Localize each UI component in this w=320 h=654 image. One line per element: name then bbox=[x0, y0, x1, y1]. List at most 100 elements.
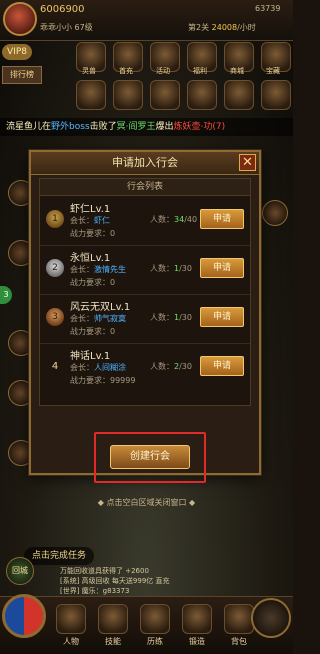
training-icon[interactable] bbox=[140, 604, 170, 634]
nav-label-character: 人物 bbox=[63, 637, 79, 646]
dungeon-icon[interactable] bbox=[113, 80, 143, 110]
guild-power: 战力要求：0 bbox=[70, 326, 115, 337]
stage-rate: 第2关 24008/小时 bbox=[188, 22, 256, 33]
nav-label-bag: 背包 bbox=[231, 637, 247, 646]
feature-icon-row bbox=[76, 42, 291, 72]
player-name: 乖乖小小 67级 bbox=[40, 23, 93, 32]
nav-label-skills: 技能 bbox=[105, 637, 121, 646]
create-guild-highlight: 创建行会 bbox=[94, 432, 206, 483]
chat-line: 万能回收道具获得了 +2600 bbox=[60, 567, 149, 575]
guild-icon[interactable] bbox=[187, 80, 217, 110]
broadcast-marquee: 流星鱼儿在野外boss击败了冥·阎罗王爆出炼妖壶·功(7) bbox=[0, 118, 293, 136]
members-max: /40 bbox=[184, 215, 198, 224]
return-city-button[interactable]: 回城 bbox=[6, 557, 34, 585]
guild-power: 战力要求：0 bbox=[70, 228, 115, 239]
stage-label: 第2关 bbox=[188, 23, 210, 32]
icon-label: 活动 bbox=[156, 67, 170, 75]
members-max: /30 bbox=[179, 362, 192, 371]
guild-members: 人数：34/40 bbox=[150, 214, 197, 225]
members-max: /30 bbox=[179, 313, 192, 322]
guild-row: 1 虾仁Lv.1 会长：虾仁 战力要求：0 人数：34/40 申请 bbox=[40, 196, 250, 246]
power-value: 0 bbox=[110, 327, 116, 336]
guild-members: 人数：1/30 bbox=[150, 263, 192, 274]
power-value: 99999 bbox=[110, 376, 136, 385]
marquee-player: 流星鱼儿 bbox=[6, 122, 43, 132]
guild-members: 人数：1/30 bbox=[150, 312, 192, 323]
rate-unit: /小时 bbox=[237, 23, 256, 32]
guild-row: 3 风云无双Lv.1 会长：帅气寂寞 战力要求：0 人数：1/30 申请 bbox=[40, 294, 250, 344]
rank-1-badge-icon: 1 bbox=[46, 210, 64, 228]
power-value: 0 bbox=[110, 229, 116, 238]
chat-line: [世界] 魔乐：g83373 bbox=[60, 587, 130, 595]
guild-name: 虾仁Lv.1 bbox=[70, 204, 111, 215]
task-button[interactable]: 点击完成任务 bbox=[24, 547, 94, 565]
gift-icon[interactable] bbox=[224, 80, 254, 110]
leader-name: 人间糊涂 bbox=[94, 363, 126, 372]
player-avatar[interactable] bbox=[3, 2, 37, 36]
leader-name: 激情先生 bbox=[94, 265, 126, 274]
guild-leader: 会长：激情先生 bbox=[70, 264, 126, 275]
marquee-item: 炼妖壶·功(7) bbox=[173, 122, 226, 132]
mount-icon[interactable] bbox=[150, 80, 180, 110]
attack-orb-icon[interactable] bbox=[251, 598, 291, 638]
guild-power: 战力要求：0 bbox=[70, 277, 115, 288]
guild-leader: 会长：帅气寂寞 bbox=[70, 313, 126, 324]
guild-name: 神话Lv.1 bbox=[70, 351, 111, 362]
power-label: 战力要求： bbox=[70, 229, 110, 238]
rank-number: 4 bbox=[51, 361, 59, 372]
rank-3-badge-icon: 3 bbox=[46, 308, 64, 326]
guild-row: 2 永恒Lv.1 会长：激情先生 战力要求：0 人数：1/30 申请 bbox=[40, 245, 250, 295]
boss-icon[interactable] bbox=[76, 80, 106, 110]
guild-leader: 会长：人间糊涂 bbox=[70, 362, 126, 373]
marquee-text: 在 bbox=[42, 122, 52, 132]
nav-label-forge: 锻造 bbox=[189, 637, 205, 646]
icon-label: 宝藏 bbox=[266, 67, 280, 75]
rate-value: 24008 bbox=[211, 23, 238, 32]
vip-badge[interactable]: VIP8 bbox=[2, 44, 32, 60]
forge-icon[interactable] bbox=[182, 604, 212, 634]
leader-label: 会长： bbox=[70, 216, 94, 225]
apply-button[interactable]: 申请 bbox=[200, 307, 244, 327]
marquee-text: 击败了 bbox=[89, 122, 117, 132]
members-label: 人数： bbox=[150, 362, 174, 371]
chat-line: [系统] 高级回收 每天送999亿 直充 bbox=[60, 577, 170, 585]
power-label: 战力要求： bbox=[70, 278, 110, 287]
guild-name: 风云无双Lv.1 bbox=[70, 302, 131, 313]
members-current: 34 bbox=[174, 215, 185, 224]
icon-label: 首充 bbox=[119, 67, 133, 75]
apply-button[interactable]: 申请 bbox=[200, 258, 244, 278]
nav-label-training: 历练 bbox=[147, 637, 163, 646]
members-max: /30 bbox=[179, 264, 192, 273]
chest-icon[interactable] bbox=[261, 80, 291, 110]
guild-list: 行会列表 1 虾仁Lv.1 会长：虾仁 战力要求：0 人数：34/40 申请 2… bbox=[39, 178, 251, 406]
character-icon[interactable] bbox=[56, 604, 86, 634]
guild-name: 永恒Lv.1 bbox=[70, 253, 111, 264]
power-value: 0 bbox=[110, 278, 116, 287]
dialog-title: 申请加入行会 bbox=[112, 156, 178, 169]
yin-yang-icon[interactable] bbox=[2, 594, 46, 638]
ranking-button[interactable]: 排行榜 bbox=[2, 66, 42, 84]
join-guild-dialog: 申请加入行会 ✕ 行会列表 1 虾仁Lv.1 会长：虾仁 战力要求：0 人数：3… bbox=[29, 150, 261, 483]
guild-members: 人数：2/30 bbox=[150, 361, 192, 372]
top-status-bar: 6006900 乖乖小小 67级 第2关 24008/小时 63739 bbox=[0, 0, 293, 41]
skills-icon[interactable] bbox=[98, 604, 128, 634]
bag-icon[interactable] bbox=[224, 604, 254, 634]
leader-label: 会长： bbox=[70, 265, 94, 274]
create-guild-button[interactable]: 创建行会 bbox=[110, 445, 190, 469]
power-label: 战力要求： bbox=[70, 376, 110, 385]
leader-name: 虾仁 bbox=[94, 216, 110, 225]
apply-button[interactable]: 申请 bbox=[200, 209, 244, 229]
dialog-header: 申请加入行会 ✕ bbox=[31, 152, 259, 175]
leader-label: 会长： bbox=[70, 314, 94, 323]
chat-panel[interactable]: 万能回收道具获得了 +2600 [系统] 高级回收 每天送999亿 直充 [世界… bbox=[60, 566, 200, 596]
icon-label: 灵兽 bbox=[82, 67, 96, 75]
guild-power: 战力要求：99999 bbox=[70, 375, 135, 386]
members-label: 人数： bbox=[150, 215, 174, 224]
close-icon[interactable]: ✕ bbox=[239, 154, 256, 171]
leader-label: 会长： bbox=[70, 363, 94, 372]
guild-leader: 会长：虾仁 bbox=[70, 215, 110, 226]
guild-row: 4 神话Lv.1 会长：人间糊涂 战力要求：99999 人数：2/30 申请 bbox=[40, 343, 250, 392]
side-right-icon[interactable] bbox=[262, 200, 288, 226]
members-label: 人数： bbox=[150, 264, 174, 273]
apply-button[interactable]: 申请 bbox=[200, 356, 244, 376]
